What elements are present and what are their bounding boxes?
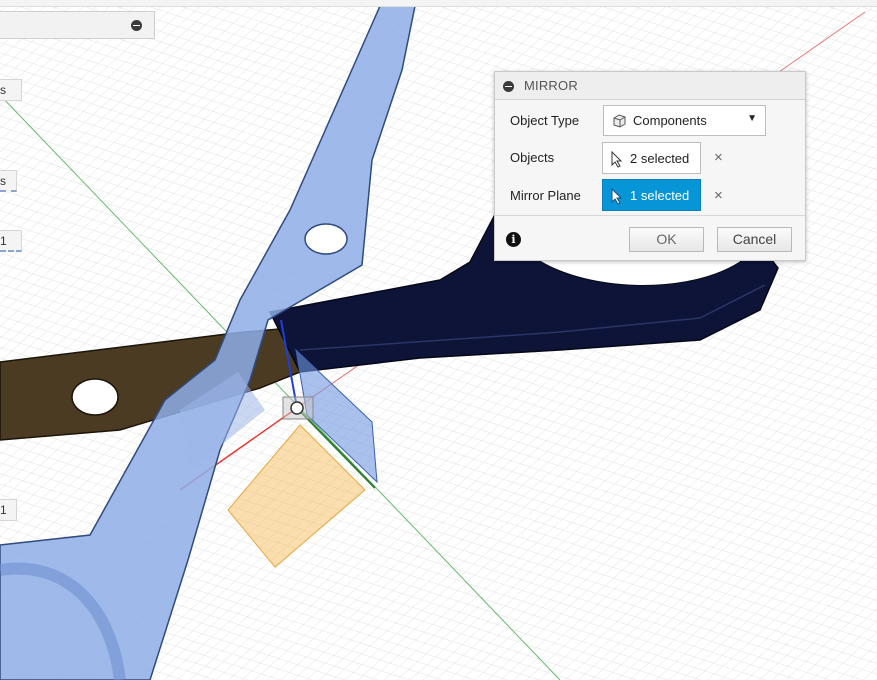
objects-selection-value: 2 selected [630,151,690,166]
browser-panel-header[interactable] [0,11,155,39]
mirror-dialog: MIRROR Object Type Components ▼ Objects … [494,71,806,261]
minus-circle-icon[interactable] [503,81,514,92]
browser-item[interactable]: 1 [0,499,17,521]
dialog-title: MIRROR [524,78,578,93]
dialog-header[interactable]: MIRROR [495,72,805,100]
mirror-plane-selection-button[interactable]: 1 selected [602,179,701,211]
toolbar-strip [0,0,877,7]
dialog-divider [495,215,805,216]
cube-icon [613,114,626,128]
objects-selection-button[interactable]: 2 selected [602,142,701,174]
browser-item[interactable]: s [0,79,22,101]
cursor-arrow-icon [611,151,623,168]
ok-button[interactable]: OK [629,227,704,252]
browser-item-label: s [0,83,6,97]
objects-label: Objects [510,150,555,165]
cursor-arrow-icon [611,188,623,205]
origin-point[interactable] [290,401,304,415]
object-type-dropdown[interactable]: Components ▼ [603,105,766,136]
info-icon[interactable]: i [506,232,521,247]
mirror-plane-selection-value: 1 selected [630,188,690,203]
close-icon[interactable]: × [714,149,723,166]
chevron-down-icon: ▼ [747,113,757,124]
browser-item[interactable]: 1 [0,230,22,252]
object-type-value: Components [633,113,707,128]
blade-hole [71,378,119,416]
browser-item-label: 1 [0,503,7,517]
object-type-label: Object Type [510,113,580,128]
close-icon[interactable]: × [714,187,723,204]
mirror-plane-label: Mirror Plane [510,188,581,203]
browser-item[interactable]: s [0,170,17,192]
browser-item-label: s [0,174,6,188]
cancel-button[interactable]: Cancel [717,227,792,252]
blade-pivot-hole [304,223,348,255]
browser-item-label: 1 [0,234,7,248]
minus-circle-icon[interactable] [131,20,142,31]
